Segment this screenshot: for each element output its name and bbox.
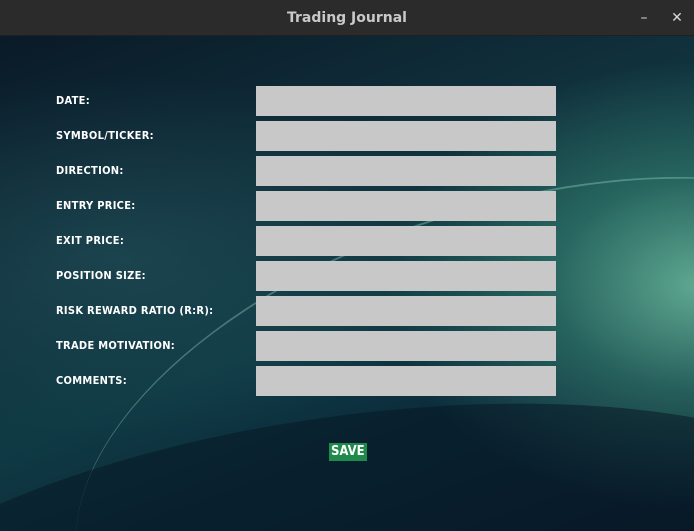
exit-price-row: Exit Price: <box>0 226 694 256</box>
position-size-row: Position Size: <box>0 261 694 291</box>
close-icon[interactable]: ✕ <box>665 6 689 30</box>
app-window: Trading Journal – ✕ Date: Symbol/Ticker:… <box>0 0 694 531</box>
window-title: Trading Journal <box>287 10 407 26</box>
exit-price-label: Exit Price: <box>56 234 125 247</box>
position-size-label: Position Size: <box>56 269 146 282</box>
direction-field[interactable] <box>256 156 556 186</box>
trade-motivation-row: Trade Motivation: <box>0 331 694 361</box>
direction-label: Direction: <box>56 164 124 177</box>
symbol-field[interactable] <box>256 121 556 151</box>
risk-reward-row: Risk Reward Ratio (R:R): <box>0 296 694 326</box>
comments-field[interactable] <box>256 366 556 396</box>
exit-price-field[interactable] <box>256 226 556 256</box>
direction-row: Direction: <box>0 156 694 186</box>
date-row: Date: <box>0 86 694 116</box>
comments-row: Comments: <box>0 366 694 396</box>
entry-price-row: Entry Price: <box>0 191 694 221</box>
entry-price-field[interactable] <box>256 191 556 221</box>
symbol-row: Symbol/Ticker: <box>0 121 694 151</box>
titlebar: Trading Journal – ✕ <box>0 0 694 36</box>
form-panel: Date: Symbol/Ticker: Direction: Entry Pr… <box>0 36 694 531</box>
save-button[interactable]: SAVE <box>329 443 367 461</box>
symbol-label: Symbol/Ticker: <box>56 129 154 142</box>
minimize-icon[interactable]: – <box>632 6 656 30</box>
trade-motivation-field[interactable] <box>256 331 556 361</box>
entry-price-label: Entry Price: <box>56 199 136 212</box>
date-label: Date: <box>56 94 90 107</box>
comments-label: Comments: <box>56 374 127 387</box>
risk-reward-label: Risk Reward Ratio (R:R): <box>56 304 214 317</box>
trade-motivation-label: Trade Motivation: <box>56 339 176 352</box>
position-size-field[interactable] <box>256 261 556 291</box>
risk-reward-field[interactable] <box>256 296 556 326</box>
date-field[interactable] <box>256 86 556 116</box>
